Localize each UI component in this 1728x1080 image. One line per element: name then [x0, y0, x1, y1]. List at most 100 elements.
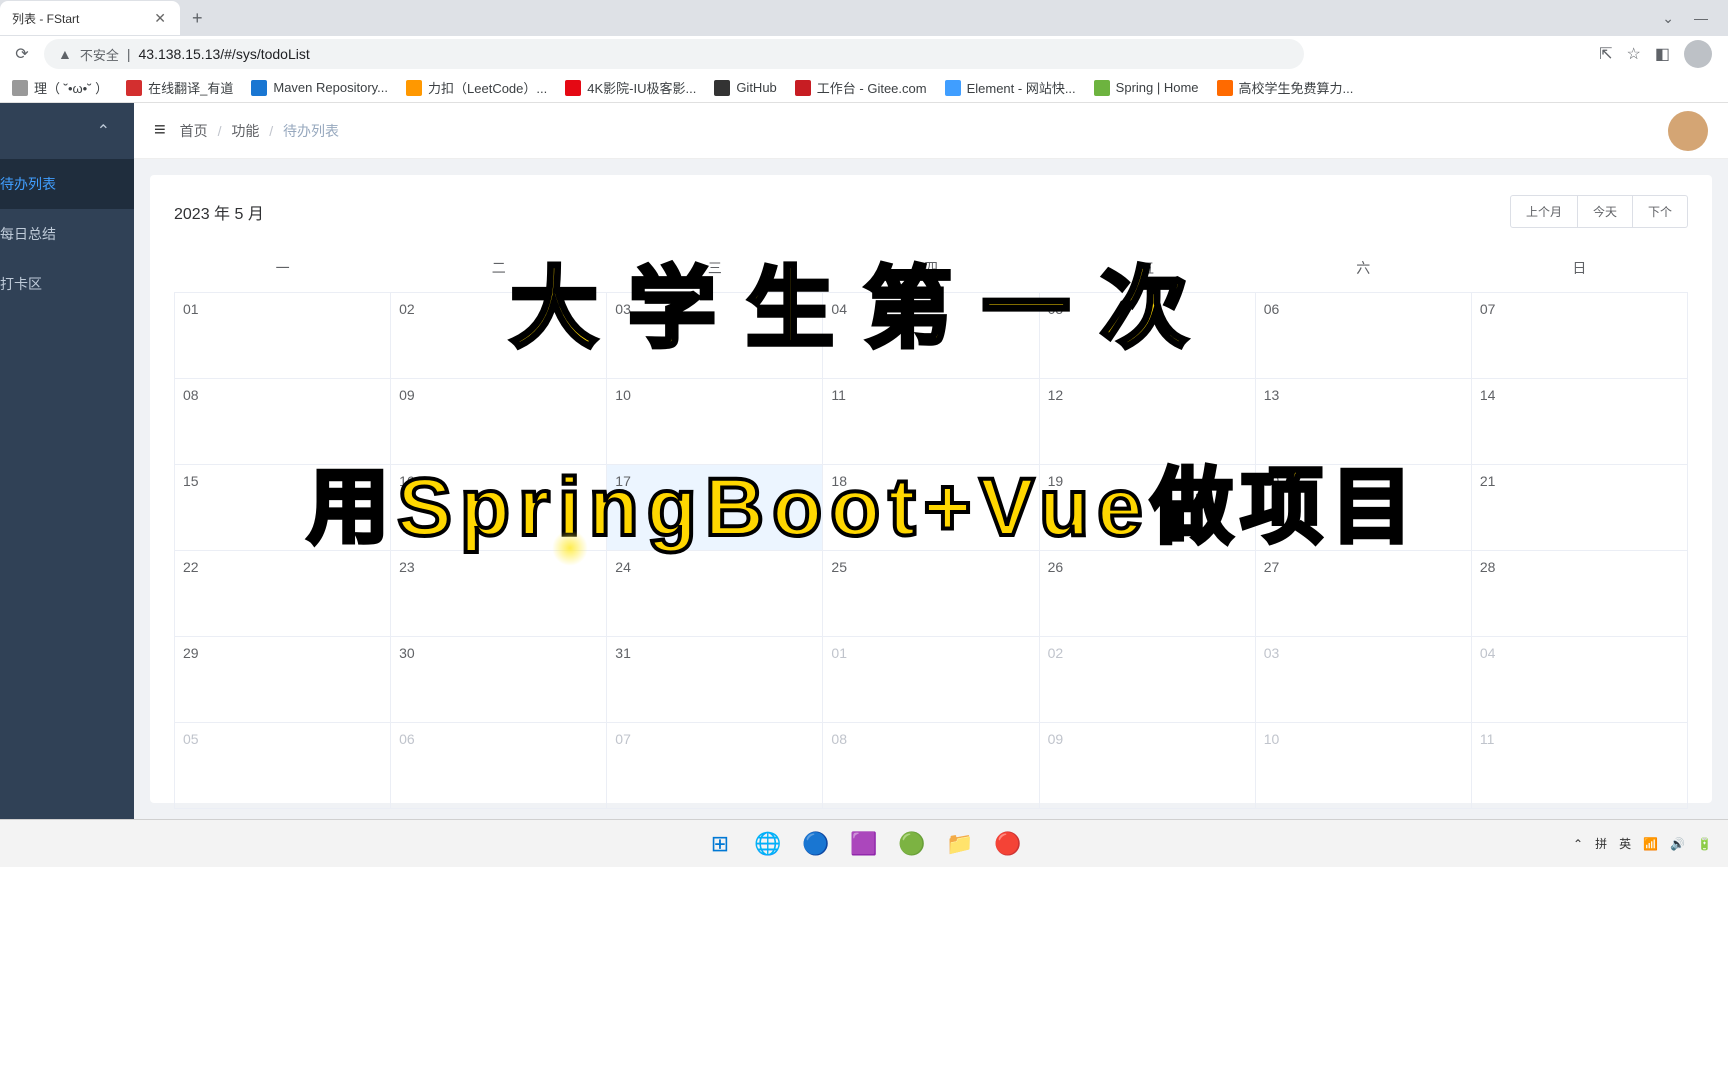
browser-tab[interactable]: 列表 - FStart ✕: [0, 1, 180, 35]
bookmark-star-icon[interactable]: ☆: [1627, 44, 1641, 64]
profile-avatar[interactable]: [1684, 40, 1712, 68]
today-button[interactable]: 今天: [1578, 195, 1633, 228]
bookmark-item[interactable]: GitHub: [714, 80, 776, 96]
user-avatar[interactable]: [1668, 111, 1708, 151]
calendar-day[interactable]: 11: [1471, 722, 1687, 808]
calendar-day[interactable]: 29: [175, 636, 391, 722]
app-root: ⌃ 待办列表每日总结打卡区 ≡ 首页 / 功能 / 待办列表 2023 年 5 …: [0, 103, 1728, 819]
breadcrumb-func[interactable]: 功能: [231, 123, 259, 139]
calendar-day[interactable]: 12: [1039, 378, 1255, 464]
calendar-day[interactable]: 08: [823, 722, 1039, 808]
calendar-day[interactable]: 08: [175, 378, 391, 464]
sidepanel-icon[interactable]: ◧: [1655, 44, 1670, 64]
calendar-day[interactable]: 24: [607, 550, 823, 636]
calendar-day[interactable]: 17: [607, 464, 823, 550]
calendar-day[interactable]: 31: [607, 636, 823, 722]
new-tab-button[interactable]: +: [180, 8, 215, 29]
ime-lang[interactable]: 英: [1619, 835, 1631, 852]
calendar-day[interactable]: 06: [1255, 292, 1471, 378]
network-icon[interactable]: 📶: [1643, 837, 1658, 851]
bookmark-label: 理（ ˘•ω•˘ ）: [34, 78, 108, 97]
calendar-day[interactable]: 09: [1039, 722, 1255, 808]
calendar-day[interactable]: 07: [1471, 292, 1687, 378]
bookmark-item[interactable]: 在线翻译_有道: [126, 78, 233, 97]
next-month-button[interactable]: 下个: [1633, 195, 1688, 228]
calendar-day[interactable]: 28: [1471, 550, 1687, 636]
calendar-day[interactable]: 18: [823, 464, 1039, 550]
calendar-day[interactable]: 30: [391, 636, 607, 722]
menu-toggle-icon[interactable]: ≡: [154, 119, 166, 142]
bookmark-item[interactable]: 4K影院-IU极客影...: [565, 78, 696, 97]
prev-month-button[interactable]: 上个月: [1510, 195, 1578, 228]
tray-chevron-icon[interactable]: ⌃: [1573, 837, 1583, 851]
ime-indicator[interactable]: 拼: [1595, 835, 1607, 852]
bookmark-item[interactable]: 工作台 - Gitee.com: [795, 78, 927, 97]
wechat-icon[interactable]: 🟢: [892, 824, 932, 864]
ide-icon[interactable]: 🟪: [844, 824, 884, 864]
bookmark-item[interactable]: Maven Repository...: [251, 80, 388, 96]
sidebar-item[interactable]: 打卡区: [0, 259, 134, 309]
calendar-day[interactable]: 09: [391, 378, 607, 464]
calendar-day[interactable]: 21: [1471, 464, 1687, 550]
calendar-day[interactable]: 14: [1471, 378, 1687, 464]
bookmark-item[interactable]: Element - 网站快...: [945, 78, 1076, 97]
sidebar-item[interactable]: 每日总结: [0, 209, 134, 259]
calendar-day[interactable]: 03: [607, 292, 823, 378]
calendar-day[interactable]: 01: [823, 636, 1039, 722]
breadcrumb-home[interactable]: 首页: [180, 123, 208, 139]
calendar-day[interactable]: 04: [1471, 636, 1687, 722]
calendar-day[interactable]: 11: [823, 378, 1039, 464]
bookmark-favicon: [945, 80, 961, 96]
calendar-day[interactable]: 03: [1255, 636, 1471, 722]
battery-icon[interactable]: 🔋: [1697, 837, 1712, 851]
calendar-day[interactable]: 22: [175, 550, 391, 636]
calendar-day[interactable]: 05: [1039, 292, 1255, 378]
calendar-day[interactable]: 23: [391, 550, 607, 636]
bookmark-item[interactable]: Spring | Home: [1094, 80, 1199, 96]
close-icon[interactable]: ✕: [152, 8, 168, 29]
calendar-day[interactable]: 02: [391, 292, 607, 378]
calendar-day[interactable]: 26: [1039, 550, 1255, 636]
bookmark-label: Element - 网站快...: [967, 78, 1076, 97]
minimize-icon[interactable]: —: [1694, 10, 1708, 27]
bookmark-item[interactable]: 力扣（LeetCode）...: [406, 78, 547, 97]
calendar-day[interactable]: 16: [391, 464, 607, 550]
explorer-icon[interactable]: 📁: [940, 824, 980, 864]
url-text: 43.138.15.13/#/sys/todoList: [139, 46, 310, 62]
calendar-day[interactable]: 06: [391, 722, 607, 808]
bookmark-label: 高校学生免费算力...: [1239, 78, 1354, 97]
calendar-day[interactable]: 20: [1255, 464, 1471, 550]
reload-icon[interactable]: ⟳: [8, 40, 36, 68]
calendar-day[interactable]: 13: [1255, 378, 1471, 464]
calendar-day[interactable]: 27: [1255, 550, 1471, 636]
calendar-day[interactable]: 15: [175, 464, 391, 550]
recorder-icon[interactable]: 🔴: [988, 824, 1028, 864]
url-input[interactable]: ▲ 不安全 | 43.138.15.13/#/sys/todoList: [44, 39, 1304, 69]
edge-icon[interactable]: 🔵: [796, 824, 836, 864]
start-icon[interactable]: ⊞: [700, 824, 740, 864]
system-tray: ⌃ 拼 英 📶 🔊 🔋: [1573, 835, 1728, 852]
calendar-day[interactable]: 19: [1039, 464, 1255, 550]
calendar-day[interactable]: 10: [1255, 722, 1471, 808]
security-label: 不安全: [80, 45, 119, 64]
chrome-icon[interactable]: 🌐: [748, 824, 788, 864]
bookmark-item[interactable]: 高校学生免费算力...: [1217, 78, 1354, 97]
calendar-day[interactable]: 05: [175, 722, 391, 808]
share-icon[interactable]: ⇱: [1599, 44, 1612, 64]
sidebar-collapse[interactable]: ⌃: [0, 103, 134, 159]
volume-icon[interactable]: 🔊: [1670, 837, 1685, 851]
calendar-day[interactable]: 02: [1039, 636, 1255, 722]
calendar-day[interactable]: 04: [823, 292, 1039, 378]
bookmark-favicon: [795, 80, 811, 96]
window-dropdown-icon[interactable]: ⌄: [1662, 10, 1674, 27]
bookmark-label: Maven Repository...: [273, 80, 388, 95]
bookmark-favicon: [12, 80, 28, 96]
calendar-day[interactable]: 10: [607, 378, 823, 464]
sidebar-item[interactable]: 待办列表: [0, 159, 134, 209]
calendar-day[interactable]: 01: [175, 292, 391, 378]
calendar-day[interactable]: 25: [823, 550, 1039, 636]
calendar-day[interactable]: 07: [607, 722, 823, 808]
bookmark-item[interactable]: 理（ ˘•ω•˘ ）: [12, 78, 108, 97]
bookmark-label: Spring | Home: [1116, 80, 1199, 95]
bookmark-label: 力扣（LeetCode）...: [428, 78, 547, 97]
